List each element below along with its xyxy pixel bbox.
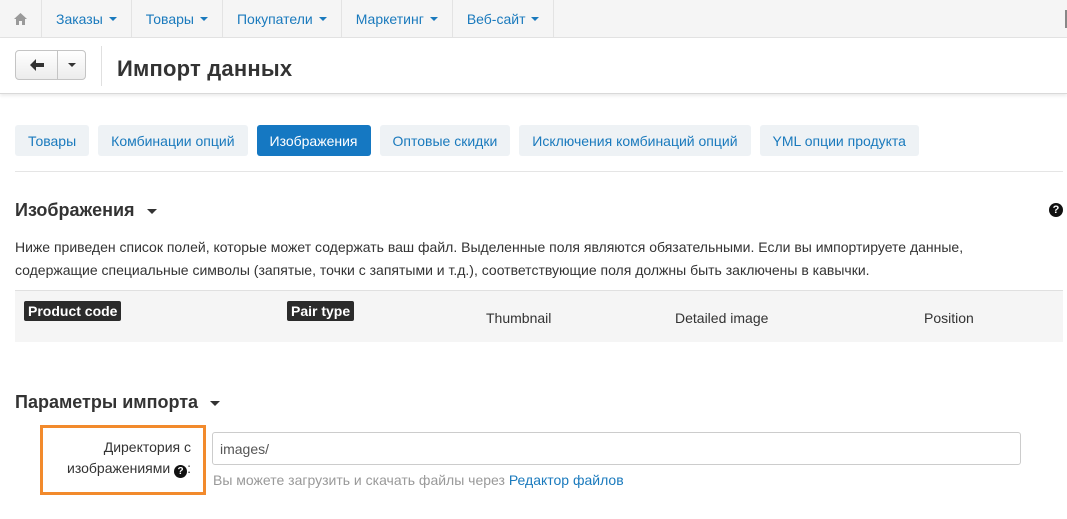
tab-option-combinations[interactable]: Комбинации опций xyxy=(98,125,248,156)
tab-yml-options[interactable]: YML опции продукта xyxy=(759,125,919,156)
tab-images[interactable]: Изображения xyxy=(256,125,371,156)
arrow-left-icon xyxy=(29,59,44,71)
page-title: Импорт данных xyxy=(117,56,293,81)
chevron-down-icon xyxy=(210,401,221,406)
back-dropdown-button[interactable] xyxy=(58,51,85,79)
top-menu: Заказы Товары Покупатели Маркетинг Веб-с… xyxy=(0,0,1067,38)
field-position: Position xyxy=(924,310,974,326)
menu-orders[interactable]: Заказы xyxy=(42,0,132,37)
home-icon[interactable] xyxy=(0,0,42,37)
images-dir-label-line: Директория с xyxy=(103,439,191,455)
field-detailed-image: Detailed image xyxy=(675,310,769,326)
hint-text: Вы можете загрузить и скачать файлы чере… xyxy=(213,472,509,488)
menu-marketing[interactable]: Маркетинг xyxy=(342,0,453,37)
menu-customers-label: Покупатели xyxy=(236,10,313,27)
images-dir-label-highlight: Директория с изображениями ?: xyxy=(40,425,206,495)
images-section-toggle[interactable]: Изображения xyxy=(15,200,157,221)
chevron-down-icon xyxy=(146,209,157,214)
menu-products-label: Товары xyxy=(145,10,194,27)
images-dir-hint: Вы можете загрузить и скачать файлы чере… xyxy=(213,472,624,488)
chevron-down-icon xyxy=(67,63,76,67)
menu-products[interactable]: Товары xyxy=(132,0,223,37)
tab-option-exceptions[interactable]: Исключения комбинаций опций xyxy=(519,125,751,156)
images-description: Ниже приведен список полей, которые може… xyxy=(15,236,1055,282)
back-button[interactable] xyxy=(16,51,58,79)
field-product-code: Product code xyxy=(24,301,122,321)
import-params-title: Параметры импорта xyxy=(15,392,199,412)
question-circle-icon[interactable]: ? xyxy=(174,465,188,478)
menu-customers[interactable]: Покупатели xyxy=(223,0,342,37)
file-editor-link[interactable]: Редактор файлов xyxy=(509,472,624,488)
tab-products[interactable]: Товары xyxy=(15,125,90,156)
images-dir-label: Директория с изображениями ?: xyxy=(51,437,191,479)
menu-website-label: Веб-сайт xyxy=(466,10,526,27)
menu-marketing-label: Маркетинг xyxy=(355,10,424,27)
back-button-group xyxy=(15,50,86,80)
tab-qty-discounts[interactable]: Оптовые скидки xyxy=(379,125,511,156)
fields-list: Product code Pair type Thumbnail Detaile… xyxy=(15,290,1063,342)
menu-orders-label: Заказы xyxy=(56,10,103,27)
images-dir-label-text: изображениями xyxy=(67,460,171,476)
menu-website[interactable]: Веб-сайт xyxy=(453,0,555,37)
question-circle-icon[interactable]: ? xyxy=(1049,203,1063,217)
chevron-down-icon xyxy=(199,17,208,21)
import-params-toggle[interactable]: Параметры импорта xyxy=(15,392,221,413)
description-line: содержащие специальные символы (запятые,… xyxy=(15,262,870,278)
header-divider xyxy=(101,46,102,86)
description-line: Ниже приведен список полей, которые може… xyxy=(15,239,964,255)
chevron-down-icon xyxy=(429,17,438,21)
chevron-down-icon xyxy=(108,17,117,21)
page-header: Импорт данных xyxy=(0,38,1067,94)
images-section-title: Изображения xyxy=(15,200,135,220)
images-dir-input[interactable] xyxy=(212,432,1021,465)
import-tabs: Товары Комбинации опций Изображения Опто… xyxy=(15,125,919,156)
tabs-divider xyxy=(15,171,1063,172)
chevron-down-icon xyxy=(531,17,540,21)
field-pair-type: Pair type xyxy=(287,301,355,321)
chevron-down-icon xyxy=(318,17,327,21)
label-colon: : xyxy=(187,460,191,476)
field-thumbnail: Thumbnail xyxy=(486,310,552,326)
images-dir-label-line: изображениями ?: xyxy=(51,458,191,479)
